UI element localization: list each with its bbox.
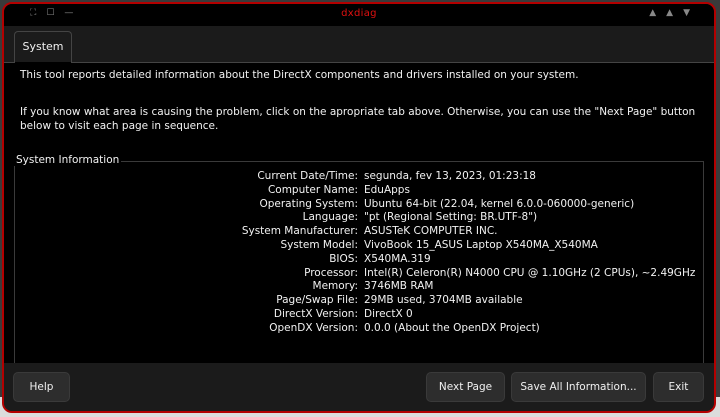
chevron-down-icon[interactable]: ▼ — [683, 8, 690, 18]
info-key: Processor: — [304, 266, 358, 279]
next-page-button[interactable]: Next Page — [426, 372, 505, 402]
maximize-icon[interactable]: ▲ — [666, 8, 673, 18]
info-value: 3746MB RAM — [364, 280, 434, 293]
tab-strip: System — [4, 26, 714, 63]
window-title: dxdiag — [341, 8, 377, 19]
shade-up-icon[interactable]: ▲ — [649, 8, 656, 18]
info-key: Page/Swap File: — [276, 294, 358, 307]
info-row-computer-name: Computer Name: EduApps — [4, 184, 714, 198]
info-key: Current Date/Time: — [257, 170, 358, 182]
info-value: ASUSTeK COMPUTER INC. — [364, 225, 498, 238]
info-key: Memory: — [312, 280, 358, 293]
info-row-system-manufacturer: System Manufacturer: ASUSTeK COMPUTER INC… — [4, 225, 714, 239]
info-value: 0.0.0 (About the OpenDX Project) — [364, 321, 540, 334]
info-value: Intel(R) Celeron(R) N4000 CPU @ 1.10GHz … — [364, 266, 696, 279]
info-value: EduApps — [364, 183, 410, 196]
info-row-language: Language: "pt (Regional Setting: BR.UTF-8… — [4, 211, 714, 225]
description-line-2: If you know what area is causing the pro… — [20, 106, 696, 132]
info-row-operating-system: Operating System: Ubuntu 64-bit (22.04, k… — [4, 198, 714, 212]
info-row-processor: Processor: Intel(R) Celeron(R) N4000 CPU … — [4, 267, 714, 281]
tab-system[interactable]: System — [14, 31, 72, 63]
dxdiag-window: ⛶ ☐ — dxdiag ▲ ▲ ▼ System This tool repo… — [2, 2, 716, 413]
info-value: DirectX 0 — [364, 307, 413, 320]
save-all-information-button[interactable]: Save All Information... — [511, 372, 646, 402]
system-information-list: Current Date/Time: segunda, fev 13, 2023,… — [4, 170, 714, 336]
info-value: "pt (Regional Setting: BR.UTF-8") — [364, 211, 538, 224]
info-row-page-swap-file: Page/Swap File: 29MB used, 3704MB availab… — [4, 294, 714, 308]
info-row-directx-version: DirectX Version: DirectX 0 — [4, 308, 714, 322]
info-key: BIOS: — [329, 252, 358, 265]
info-key: Language: — [302, 211, 358, 224]
info-value: X540MA.319 — [364, 252, 431, 265]
info-row-memory: Memory: 3746MB RAM — [4, 280, 714, 294]
info-row-system-model: System Model: VivoBook 15_ASUS Laptop X54… — [4, 239, 714, 253]
system-information-label: System Information — [14, 154, 122, 166]
info-value: 29MB used, 3704MB available — [364, 294, 523, 307]
info-row-bios: BIOS: X540MA.319 — [4, 253, 714, 267]
title-bar-right-controls: ▲ ▲ ▼ — [649, 8, 690, 18]
help-button[interactable]: Help — [13, 372, 70, 402]
info-key: Operating System: — [259, 197, 358, 210]
info-row-opendx-version: OpenDX Version: 0.0.0 (About the OpenDX P… — [4, 322, 714, 336]
info-value: Ubuntu 64-bit (22.04, kernel 6.0.0-06000… — [364, 197, 635, 210]
info-key: System Manufacturer: — [241, 225, 358, 238]
info-value: VivoBook 15_ASUS Laptop X540MA_X540MA — [364, 238, 598, 251]
info-value: segunda, fev 13, 2023, 01:23:18 — [364, 170, 536, 182]
description-line-1: This tool reports detailed information a… — [20, 69, 579, 81]
button-bar: Help Next Page Save All Information... E… — [4, 363, 714, 411]
system-tab-content: This tool reports detailed information a… — [4, 63, 714, 363]
exit-button[interactable]: Exit — [653, 372, 704, 402]
info-row-date-time: Current Date/Time: segunda, fev 13, 2023,… — [4, 170, 714, 184]
info-key: OpenDX Version: — [269, 321, 358, 334]
info-key: System Model: — [280, 238, 358, 251]
info-key: Computer Name: — [267, 183, 358, 196]
info-key: DirectX Version: — [273, 307, 358, 320]
title-bar[interactable]: ⛶ ☐ — dxdiag ▲ ▲ ▼ — [4, 4, 714, 26]
